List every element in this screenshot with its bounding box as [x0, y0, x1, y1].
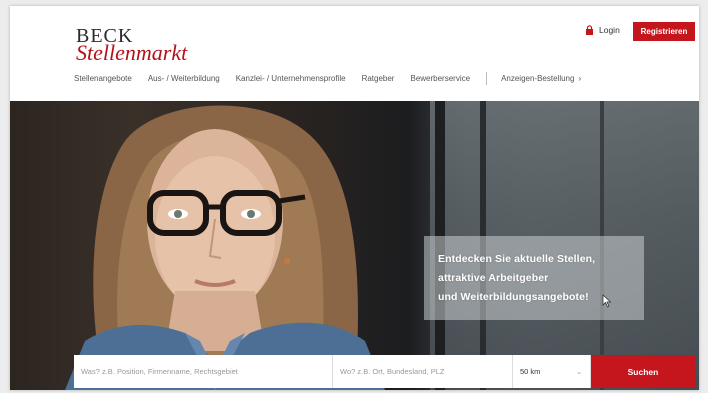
nav-item-anzeigen-bestellung-label: Anzeigen-Bestellung [501, 74, 575, 83]
hero-tagline-line-2: attraktive Arbeitgeber [438, 272, 549, 284]
nav-divider [486, 72, 488, 85]
hero-photo-woman-with-glasses [65, 105, 385, 390]
radius-select[interactable]: 50 km ⌄ [513, 355, 591, 388]
login-label: Login [599, 25, 620, 35]
mouse-pointer-icon [602, 294, 612, 308]
login-link[interactable]: Login [585, 25, 620, 35]
beck-stellenmarkt-logo[interactable]: BECK Stellenmarkt [76, 26, 187, 64]
nav-item-ratgeber[interactable]: Ratgeber [362, 74, 395, 83]
job-search-bar: Was? z.B. Position, Firmenname, Rechtsge… [74, 355, 695, 388]
where-search-input[interactable]: Wo? z.B. Ort, Bundesland, PLZ [333, 355, 513, 388]
nav-item-weiterbildung[interactable]: Aus- / Weiterbildung [148, 74, 220, 83]
browser-page: BECK Stellenmarkt Login Registrieren Ste… [10, 6, 699, 390]
nav-item-anzeigen-bestellung[interactable]: Anzeigen-Bestellung › [501, 74, 581, 83]
hero-tagline-line-1: Entdecken Sie aktuelle Stellen, [438, 253, 596, 265]
nav-item-unternehmensprofile[interactable]: Kanzlei- / Unternehmensprofile [236, 74, 346, 83]
nav-item-stellenangebote[interactable]: Stellenangebote [74, 74, 132, 83]
radius-value: 50 km [520, 367, 541, 376]
chevron-down-icon: ⌄ [576, 368, 582, 376]
site-header: BECK Stellenmarkt Login Registrieren Ste… [10, 6, 699, 101]
nav-item-bewerberservice[interactable]: Bewerberservice [410, 74, 470, 83]
what-search-input[interactable]: Was? z.B. Position, Firmenname, Rechtsge… [74, 355, 333, 388]
chevron-right-icon: › [578, 74, 582, 83]
register-button[interactable]: Registrieren [633, 22, 695, 41]
main-nav: Stellenangebote Aus- / Weiterbildung Kan… [74, 72, 597, 85]
logo-line-2: Stellenmarkt [76, 40, 188, 65]
lock-icon [586, 25, 593, 35]
search-button[interactable]: Suchen [591, 355, 695, 388]
hero-banner: Entdecken Sie aktuelle Stellen, attrakti… [10, 101, 699, 390]
